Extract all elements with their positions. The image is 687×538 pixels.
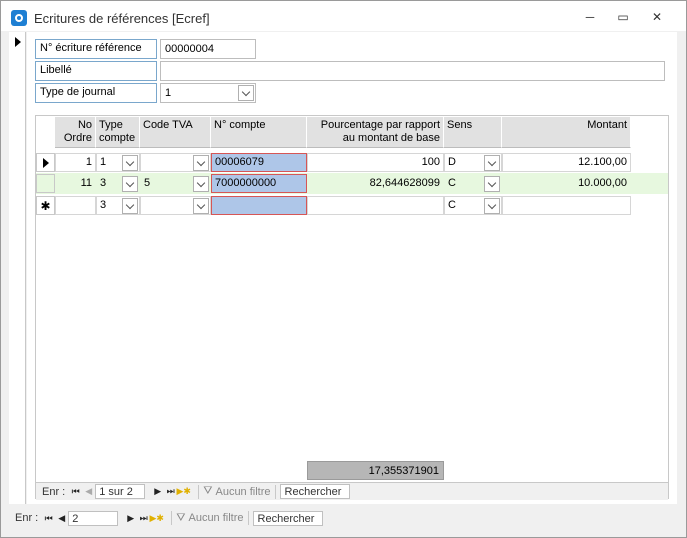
row-selector[interactable]: [36, 174, 55, 193]
sens-dropdown[interactable]: [484, 176, 500, 192]
previous-record-icon[interactable]: ◀: [55, 511, 68, 525]
type-compte-dropdown[interactable]: [122, 155, 138, 171]
record-selector[interactable]: [9, 32, 26, 504]
cell-n-compte[interactable]: 00006079: [211, 153, 307, 172]
ecriture-label: N° écriture référence: [35, 39, 157, 59]
cell-n-compte[interactable]: [211, 196, 307, 215]
filter-icon: ⛛: [203, 485, 213, 497]
sens-dropdown[interactable]: [484, 198, 500, 214]
code-tva-dropdown[interactable]: [193, 155, 209, 171]
type-compte-dropdown[interactable]: [122, 176, 138, 192]
next-record-icon[interactable]: ▶: [124, 511, 137, 525]
col-type-compte[interactable]: Type compte: [96, 117, 140, 148]
search-input[interactable]: Rechercher: [279, 484, 350, 499]
libelle-label: Libellé: [35, 61, 157, 81]
separator: [247, 511, 249, 525]
cell-n-compte[interactable]: 7000000000: [211, 174, 307, 193]
cell-no-ordre[interactable]: 1: [55, 153, 96, 172]
chevron-down-icon: [487, 157, 497, 166]
record-label: Enr :: [15, 512, 39, 524]
restore-button[interactable]: ▭: [613, 9, 633, 25]
title-bar: Ecritures de références [Ecref] ─ ▭ ✕: [1, 1, 686, 31]
journal-dropdown-button[interactable]: [238, 85, 254, 101]
chevron-down-icon: [487, 200, 497, 209]
chevron-down-icon: [241, 87, 251, 96]
col-pourcentage[interactable]: Pourcentage par rapport au montant de ba…: [307, 117, 444, 148]
row-selector[interactable]: [36, 153, 55, 172]
type-compte-dropdown[interactable]: [122, 198, 138, 214]
minimize-button[interactable]: ─: [580, 9, 600, 25]
code-tva-dropdown[interactable]: [193, 198, 209, 214]
separator: [274, 484, 276, 499]
record-label: Enr :: [42, 485, 66, 498]
chevron-down-icon: [125, 200, 135, 209]
filter-label: Aucun filtre: [215, 485, 271, 498]
col-n-compte[interactable]: N° compte: [211, 117, 307, 148]
current-row-icon: [42, 157, 49, 168]
first-record-icon[interactable]: ⏮: [69, 485, 82, 499]
cell-no-ordre[interactable]: 11: [55, 174, 96, 193]
col-no-ordre[interactable]: No Ordre: [55, 117, 96, 148]
journal-label: Type de journal: [35, 83, 157, 103]
chevron-down-icon: [487, 178, 497, 187]
percentage-total: 17,355371901: [307, 461, 444, 480]
cell-no-ordre[interactable]: [55, 196, 96, 215]
col-code-tva[interactable]: Code TVA: [140, 117, 211, 148]
record-number-input[interactable]: 2: [68, 510, 119, 526]
cell-montant[interactable]: [502, 196, 631, 215]
new-record-icon[interactable]: ▶✱: [150, 511, 164, 525]
filter-status[interactable]: ⛛ Aucun filtre: [176, 512, 243, 525]
libelle-field[interactable]: [160, 61, 665, 81]
previous-record-icon[interactable]: ◀: [82, 485, 95, 499]
chevron-down-icon: [196, 157, 206, 166]
filter-status[interactable]: ⛛ Aucun filtre: [203, 485, 270, 498]
separator: [171, 511, 173, 525]
last-record-icon[interactable]: ⏭: [137, 511, 150, 525]
record-number-input[interactable]: 1 sur 2: [95, 484, 146, 499]
chevron-down-icon: [125, 157, 135, 166]
cell-pourcentage[interactable]: [307, 196, 444, 215]
ecriture-field[interactable]: 00000004: [160, 39, 256, 59]
cell-pourcentage[interactable]: 100: [307, 153, 444, 172]
cell-montant[interactable]: 10.000,00: [502, 174, 631, 193]
close-button[interactable]: ✕: [647, 9, 667, 25]
chevron-down-icon: [196, 200, 206, 209]
col-montant[interactable]: Montant: [502, 117, 631, 148]
filter-label: Aucun filtre: [188, 512, 244, 524]
subform-navigation-bar: Enr : ⏮ ◀ 1 sur 2 ▶ ⏭ ▶✱ ⛛ Aucun filtre R…: [36, 482, 668, 500]
sens-dropdown[interactable]: [484, 155, 500, 171]
new-record-icon[interactable]: ▶✱: [177, 485, 191, 499]
cell-pourcentage[interactable]: 82,644628099: [307, 174, 444, 193]
app-icon: [11, 10, 27, 26]
new-record-selector[interactable]: ✱: [36, 196, 55, 215]
journal-combo-value: 1: [165, 87, 172, 99]
chevron-down-icon: [196, 178, 206, 187]
filter-icon: ⛛: [176, 511, 186, 524]
chevron-down-icon: [125, 178, 135, 187]
current-record-icon: [15, 37, 21, 47]
next-record-icon[interactable]: ▶: [151, 485, 164, 499]
first-record-icon[interactable]: ⏮: [42, 511, 55, 525]
search-input[interactable]: Rechercher: [252, 510, 323, 526]
main-navigation-bar: Enr : ⏮ ◀ 2 ▶ ⏭ ▶✱ ⛛ Aucun filtre Recherc…: [9, 509, 677, 527]
code-tva-dropdown[interactable]: [193, 176, 209, 192]
window-title: Ecritures de références [Ecref]: [34, 11, 210, 26]
col-sens[interactable]: Sens: [444, 117, 502, 148]
cell-montant[interactable]: 12.100,00: [502, 153, 631, 172]
separator: [198, 484, 200, 499]
last-record-icon[interactable]: ⏭: [164, 485, 177, 499]
